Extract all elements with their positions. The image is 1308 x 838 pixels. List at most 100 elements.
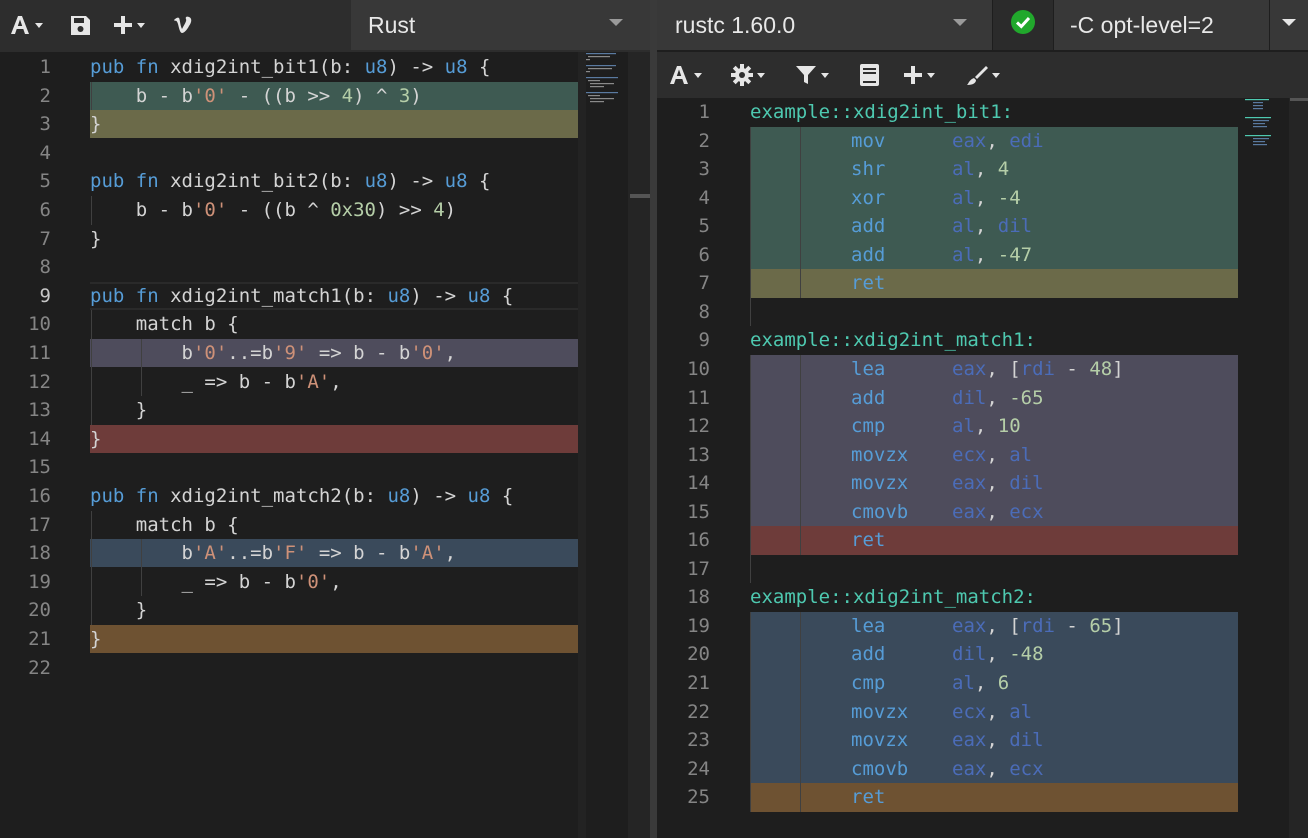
line-number: 17: [28, 513, 51, 536]
compiler-header: rustc 1.60.0 -C opt-level=2: [657, 0, 1308, 52]
asm-instruction: lea: [851, 614, 886, 637]
chevron-down-icon: [1282, 19, 1296, 26]
font-size-button[interactable]: [9, 10, 43, 40]
code-token: rdi: [1020, 357, 1055, 380]
code-token: dil: [952, 386, 987, 409]
source-pane: Rust 1 pub fn xdig2int_bit1(b: u8) -> u8 …: [0, 0, 650, 838]
asm-label[interactable]: example::xdig2int_bit1:: [750, 98, 1013, 126]
line-number: 11: [28, 342, 51, 364]
add-tool-button[interactable]: [903, 60, 935, 90]
source-line: _ => b - b'A',: [90, 368, 342, 396]
code-token: }: [90, 628, 102, 650]
asm-instruction: ret: [851, 529, 886, 552]
font-icon: [668, 64, 690, 86]
asm-operands: eax, edi: [952, 127, 1044, 155]
output-font-button[interactable]: [668, 60, 702, 90]
line-number: 15: [28, 456, 51, 479]
assembly-editor[interactable]: 1 example::xdig2int_bit1: 2 mov eax, edi 3 shr…: [657, 98, 1308, 838]
chevron-down-icon: [927, 72, 935, 78]
code-token: - ((b ^: [227, 199, 331, 221]
source-line: match b {: [90, 310, 239, 338]
code-token: }: [90, 599, 148, 622]
tools-button[interactable]: [966, 60, 1000, 90]
code-token: -: [1054, 357, 1090, 380]
code-token: pub: [90, 170, 125, 193]
save-button[interactable]: [70, 10, 91, 40]
asm-operands: dil, -48: [952, 640, 1044, 668]
code-token: ecx: [1009, 757, 1044, 780]
line-highlight: [90, 110, 578, 139]
code-token: match b {: [90, 313, 239, 336]
code-token: ,: [974, 215, 998, 238]
add-pane-button[interactable]: [113, 10, 145, 40]
line-number: 8: [698, 300, 710, 323]
asm-operands: al, -4: [952, 184, 1021, 212]
code-token: ,: [986, 643, 1010, 666]
code-token: ..=b: [227, 542, 274, 565]
code-token: al: [952, 158, 975, 181]
pane-splitter[interactable]: [650, 0, 657, 838]
code-token: 48: [1089, 357, 1113, 380]
asm-instruction: add: [851, 243, 886, 266]
code-token: -65: [1009, 386, 1044, 409]
code-token: dil: [952, 643, 987, 666]
options-menu-button[interactable]: [1270, 0, 1308, 50]
source-line: b'0'..=b'9' => b - b'0',: [90, 339, 457, 367]
line-number: 18: [28, 542, 51, 565]
source-scrollbar[interactable]: [628, 52, 650, 838]
line-number: 20: [28, 599, 51, 622]
compiler-options-input[interactable]: -C opt-level=2: [1054, 0, 1269, 50]
code-token: ) ->: [387, 56, 445, 78]
source-line: }: [90, 225, 101, 253]
assembly-scrollbar[interactable]: [1289, 98, 1308, 838]
scroll-thumb[interactable]: [630, 194, 650, 198]
code-token: ,: [986, 700, 1010, 723]
source-minimap[interactable]: [586, 52, 628, 838]
compiler-select[interactable]: rustc 1.60.0: [657, 0, 992, 50]
code-token: 'A': [295, 370, 331, 393]
line-number: 5: [698, 215, 710, 238]
asm-instruction: movzx: [851, 443, 909, 466]
code-token: xdig2int_bit1(b:: [158, 56, 365, 78]
line-number: 16: [28, 485, 51, 507]
line-number: 6: [39, 199, 51, 221]
chevron-down-icon: [35, 22, 43, 28]
line-number: 18: [687, 586, 710, 609]
asm-instruction: cmp: [851, 415, 886, 438]
code-token: 0x30: [330, 199, 376, 221]
line-number: 20: [687, 643, 710, 666]
code-token: b - b: [90, 84, 193, 107]
line-number: 24: [687, 757, 710, 780]
code-token: -4: [997, 186, 1021, 209]
code-token: ]: [1112, 614, 1124, 637]
filter-icon: [795, 64, 817, 86]
code-token: al: [952, 186, 975, 209]
asm-label[interactable]: example::xdig2int_match2:: [750, 583, 1036, 611]
source-line: b'A'..=b'F' => b - b'A',: [90, 539, 457, 567]
scroll-thumb[interactable]: [1290, 98, 1308, 101]
line-number: 1: [39, 56, 51, 78]
source-line: pub fn xdig2int_match2(b: u8) -> u8 {: [90, 482, 513, 510]
chevron-down-icon: [953, 19, 967, 26]
asm-operands: al, -47: [952, 241, 1032, 269]
asm-operands: eax, [rdi - 65]: [952, 612, 1124, 640]
assembly-minimap[interactable]: [1245, 98, 1289, 838]
libraries-button[interactable]: [860, 60, 879, 90]
source-editor[interactable]: 1 pub fn xdig2int_bit1(b: u8) -> u8 {2 b …: [0, 52, 650, 838]
asm-instruction: ret: [851, 272, 886, 295]
asm-operands: ecx, al: [952, 441, 1032, 469]
source-line: b - b'0' - ((b >> 4) ^ 3): [90, 82, 422, 110]
output-settings-button[interactable]: [731, 60, 765, 90]
asm-label[interactable]: example::xdig2int_match1:: [750, 326, 1036, 354]
output-filter-button[interactable]: [795, 60, 829, 90]
chevron-down-icon: [694, 72, 702, 78]
asm-operands: dil, -65: [952, 384, 1044, 412]
line-number: 17: [687, 557, 710, 580]
compile-status[interactable]: [993, 0, 1053, 50]
line-number: 9: [39, 284, 51, 307]
code-token: rdi: [1020, 614, 1055, 637]
asm-operands: eax, dil: [952, 726, 1044, 754]
language-select[interactable]: Rust: [351, 0, 650, 50]
vim-mode-button[interactable]: [173, 10, 194, 40]
